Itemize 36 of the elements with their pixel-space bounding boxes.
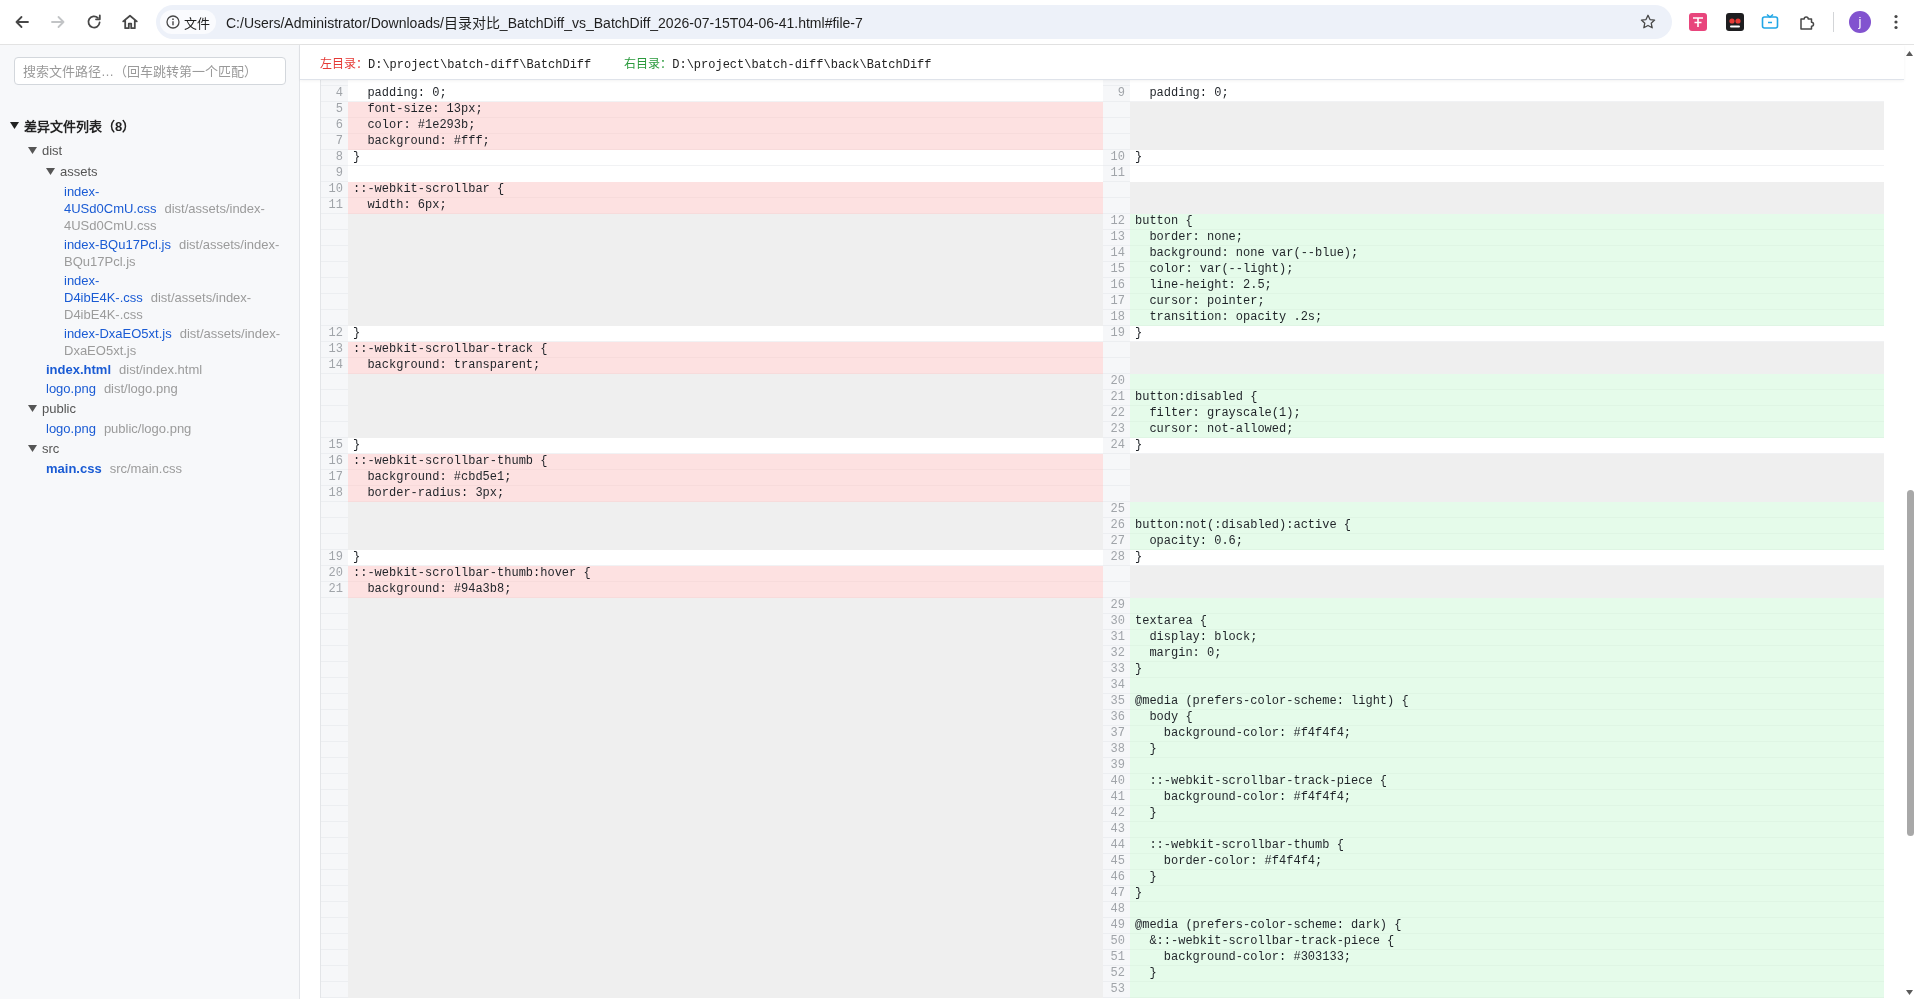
file-path: src/main.css (109, 460, 182, 476)
directory-path: D:\project\batch-diff\BatchDiff (368, 58, 592, 72)
profile-avatar[interactable]: j (1849, 11, 1871, 33)
folder-name[interactable]: src (42, 440, 60, 456)
folder-name[interactable]: public (42, 400, 76, 416)
caret-down-icon[interactable] (10, 120, 19, 130)
caret-up-icon[interactable] (1905, 51, 1913, 56)
file-item[interactable]: logo.png dist/logo.png (0, 378, 284, 398)
folder-name[interactable]: dist (42, 142, 63, 158)
star-icon[interactable] (1640, 14, 1656, 30)
directory-label: 左目录： (320, 56, 368, 71)
extension-icon[interactable] (1726, 13, 1744, 31)
file-item[interactable]: index.html dist/index.html (0, 359, 284, 379)
file-path: dist/logo.png (103, 380, 178, 396)
site-info-chip[interactable]: 文件 (160, 10, 216, 34)
puzzle-icon[interactable] (1798, 13, 1816, 31)
directory-path: D:\project\batch-diff\back\BatchDiff (672, 58, 932, 72)
file-item[interactable]: main.css src/main.css (0, 458, 284, 478)
home-icon[interactable] (120, 12, 140, 32)
directory-label: 右目录： (624, 56, 673, 71)
caret-down-icon[interactable] (28, 403, 37, 413)
info-icon (166, 15, 180, 29)
address-bar[interactable]: 文件 C:/Users/Administrator/Downloads/目录对比_BatchDiff_vs_BatchDiff_2026-07-15T04-06-41.html#file-7 (156, 5, 1672, 39)
file-item[interactable]: index-BQu17Pcl.js dist/assets/index-BQu17Pcl.js (0, 234, 284, 271)
caret-down-icon[interactable] (28, 145, 37, 155)
search-field[interactable]: 搜索文件路径…（回车跳转第一个匹配） (14, 57, 286, 85)
caret-down-icon[interactable] (1905, 990, 1913, 995)
folder-name[interactable]: assets (60, 163, 98, 179)
file-path: public/logo.png (103, 420, 192, 436)
scrollbar-thumb[interactable] (1906, 490, 1914, 836)
file-path: dist/index.html (119, 361, 203, 377)
file-item[interactable]: logo.png public/logo.png (0, 418, 284, 438)
tree-title[interactable]: 差异文件列表（8） (24, 115, 136, 135)
caret-down-icon[interactable] (28, 443, 37, 453)
url-text: C:/Users/Administrator/Downloads/目录对比_BatchDiff_vs_BatchDiff_2026-07-15T04-06-41.html#file-7 (226, 14, 864, 32)
caret-down-icon[interactable] (46, 166, 55, 176)
